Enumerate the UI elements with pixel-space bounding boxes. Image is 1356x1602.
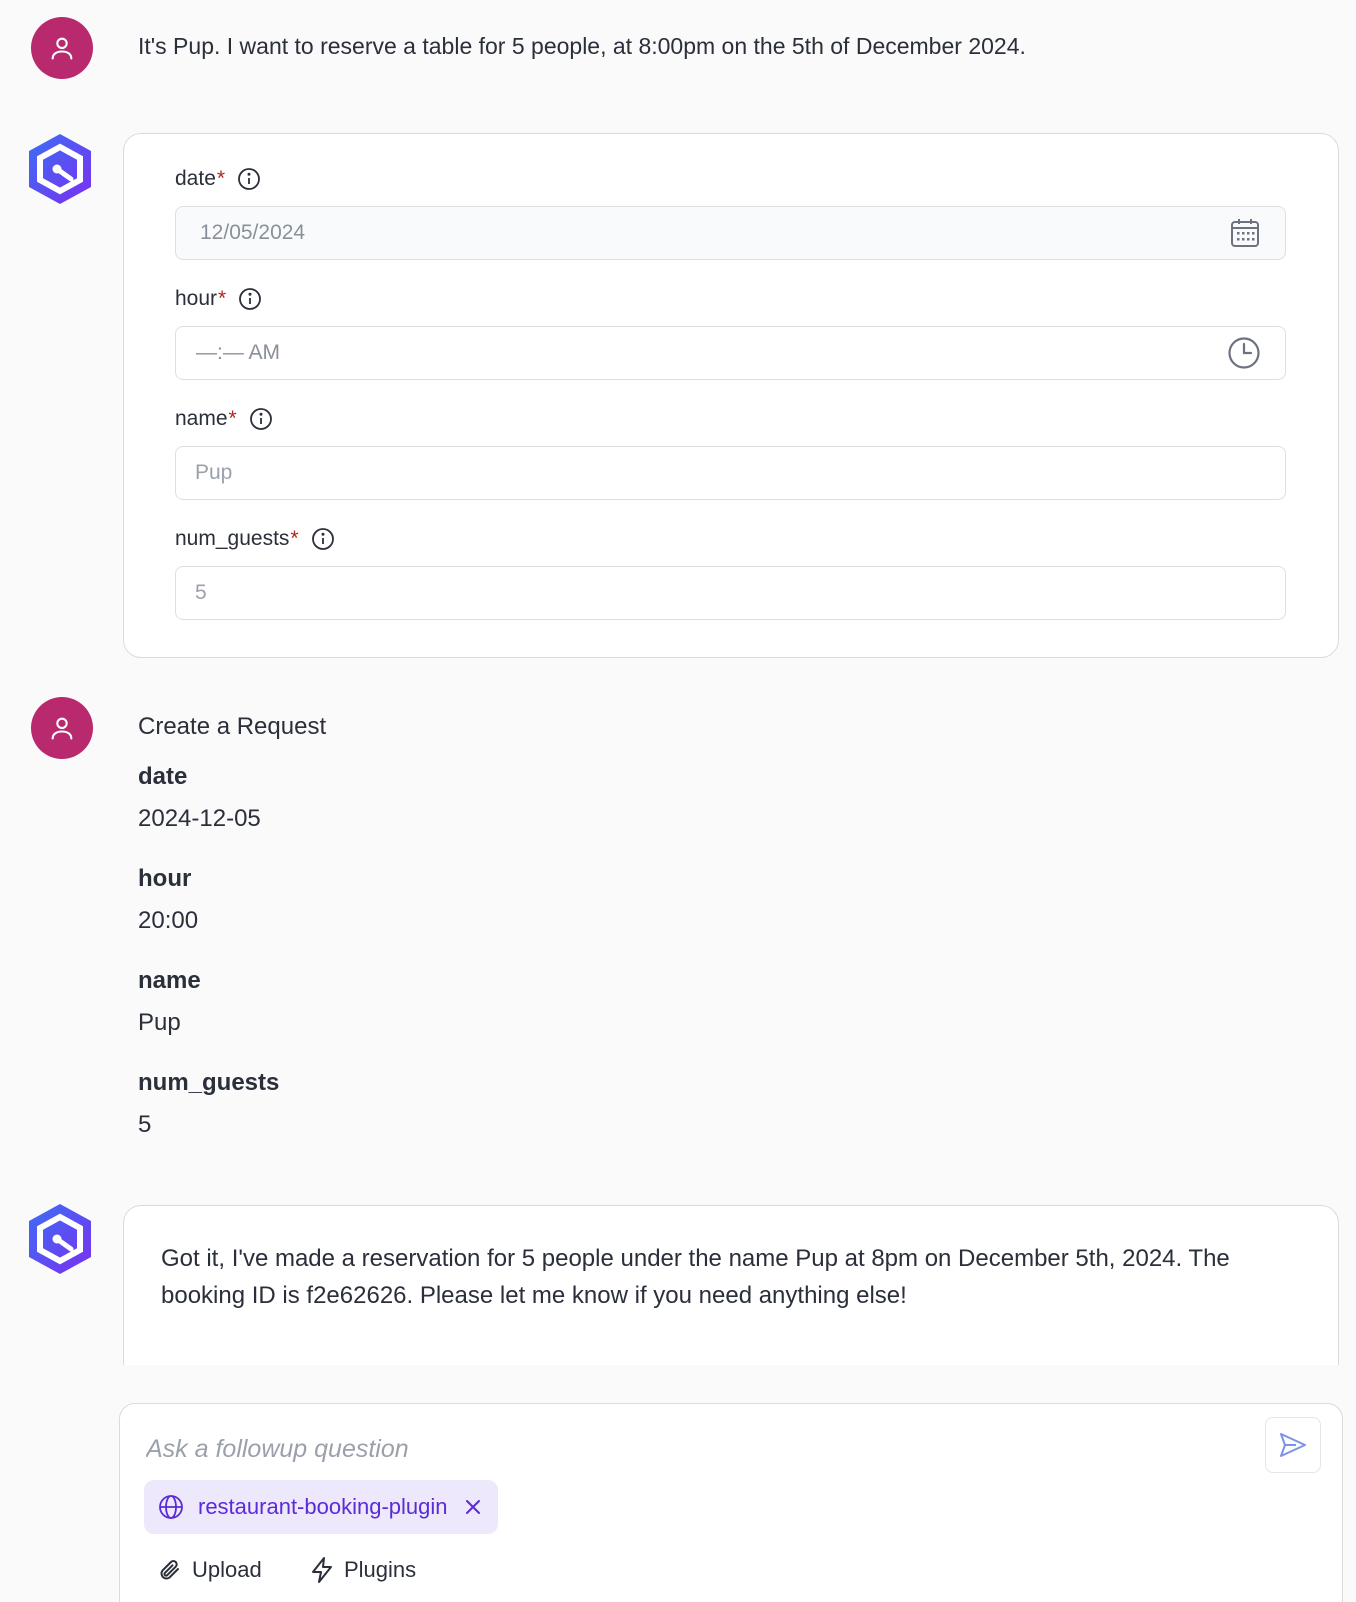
plugins-button[interactable]: Plugins [308, 1556, 416, 1584]
send-button[interactable] [1265, 1417, 1321, 1473]
request-value-hour: 20:00 [138, 907, 199, 934]
info-icon[interactable] [249, 407, 273, 431]
num-guests-input[interactable]: 5 [175, 566, 1286, 620]
paperclip-icon [160, 1560, 179, 1580]
assistant-reply-text: Got it, I've made a reservation for 5 pe… [161, 1245, 1230, 1309]
upload-label: Upload [192, 1557, 262, 1582]
assistant-avatar [24, 1201, 96, 1277]
num-guests-label: num_guests * [175, 527, 335, 551]
plugin-chip-label: restaurant-booking-plugin [198, 1494, 448, 1519]
info-icon[interactable] [238, 287, 262, 311]
chat-page: It's Pup. I want to reserve a table for … [0, 0, 1356, 1602]
hour-value: —:— AM [196, 341, 281, 364]
assistant-logo-icon [29, 134, 91, 204]
date-value: 12/05/2024 [200, 221, 306, 244]
name-input[interactable]: Pup [175, 446, 1286, 500]
name-label: name * [175, 407, 273, 431]
required-mark: * [290, 527, 299, 550]
plugin-chip[interactable]: restaurant-booking-plugin [144, 1480, 498, 1534]
user-avatar [31, 697, 93, 759]
name-value: Pup [195, 461, 233, 484]
reservation-form-card: date * 12/05/2024 hour * —:— AM name * P… [123, 133, 1339, 658]
upload-button[interactable]: Upload [156, 1556, 262, 1584]
followup-input[interactable] [144, 1426, 1228, 1472]
globe-icon [159, 1495, 183, 1519]
request-key-name: name [138, 967, 201, 994]
lightning-icon [312, 1557, 332, 1583]
close-icon[interactable] [464, 1498, 482, 1516]
user-message: It's Pup. I want to reserve a table for … [138, 33, 1026, 59]
request-value-num-guests: 5 [138, 1111, 152, 1138]
assistant-reply-card: Got it, I've made a reservation for 5 pe… [123, 1205, 1339, 1365]
info-icon[interactable] [237, 167, 261, 191]
date-input[interactable]: 12/05/2024 [175, 206, 1286, 260]
request-key-date: date [138, 763, 188, 790]
num-guests-value: 5 [195, 581, 207, 604]
composer: restaurant-booking-plugin Upload Plugins [119, 1403, 1343, 1602]
user-icon [51, 37, 73, 60]
request-value-name: Pup [138, 1009, 181, 1036]
user-avatar [31, 17, 93, 79]
request-title: Create a Request [138, 713, 327, 740]
date-label: date * [175, 167, 261, 191]
assistant-logo-icon [29, 1204, 91, 1274]
required-mark: * [228, 407, 237, 430]
plugins-label: Plugins [344, 1557, 417, 1582]
required-mark: * [218, 287, 227, 310]
hour-label: hour * [175, 287, 262, 311]
calendar-icon[interactable] [1229, 217, 1261, 249]
info-icon[interactable] [311, 527, 335, 551]
assistant-avatar [24, 131, 96, 207]
user-icon [51, 717, 73, 740]
clock-icon[interactable] [1227, 336, 1261, 370]
request-key-hour: hour [138, 865, 192, 892]
send-icon [1280, 1433, 1306, 1457]
required-mark: * [216, 167, 226, 190]
hour-input[interactable]: —:— AM [175, 326, 1286, 380]
request-value-date: 2024-12-05 [138, 805, 261, 832]
request-key-num-guests: num_guests [138, 1069, 280, 1096]
